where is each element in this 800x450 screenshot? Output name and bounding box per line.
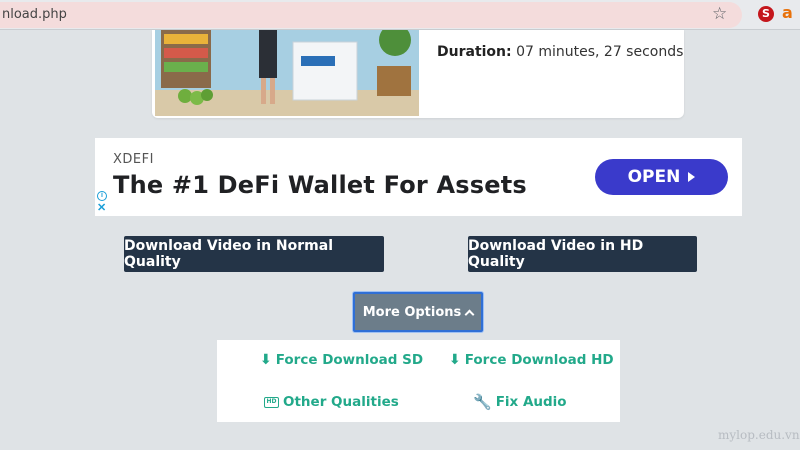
url-text[interactable]: nload.php (2, 7, 67, 22)
wrench-icon: 🔧 (473, 393, 492, 411)
chevron-up-icon (464, 309, 475, 319)
force-download-sd-label: Force Download SD (275, 352, 424, 368)
more-options-button[interactable]: More Options (353, 292, 483, 332)
duration-label: Duration: (437, 44, 512, 60)
force-download-hd-label: Force Download HD (464, 352, 614, 368)
extension-s-icon[interactable]: S (758, 6, 774, 22)
video-thumbnail (155, 30, 419, 116)
force-download-sd-link[interactable]: ⬇ Force Download SD (260, 352, 423, 368)
download-normal-quality-button[interactable]: Download Video in Normal Quality (124, 236, 384, 272)
address-bar[interactable]: nload.php ☆ (0, 2, 742, 28)
ad-headline[interactable]: The #1 DeFi Wallet For Assets (113, 171, 527, 199)
watermark: mylop.edu.vn (718, 428, 800, 442)
ad-banner[interactable]: XDEFI The #1 DeFi Wallet For Assets OPEN… (95, 138, 742, 216)
fix-audio-label: Fix Audio (495, 394, 567, 410)
other-qualities-label: Other Qualities (283, 394, 399, 410)
ad-close-icon[interactable]: ✕ (97, 202, 106, 214)
duration-value: 07 minutes, 27 seconds (516, 44, 684, 60)
play-arrow-icon (688, 172, 696, 182)
fix-audio-link[interactable]: 🔧 Fix Audio (473, 394, 567, 410)
ad-info-icon[interactable]: i (97, 191, 107, 201)
hd-icon: HD (264, 396, 279, 408)
download-hd-quality-button[interactable]: Download Video in HD Quality (468, 236, 697, 272)
browser-toolbar: nload.php ☆ S a (0, 0, 800, 30)
more-options-label: More Options (362, 304, 462, 320)
video-info-card: Duration: 07 minutes, 27 seconds (152, 30, 684, 118)
star-icon[interactable]: ☆ (712, 4, 727, 24)
ad-brand: XDEFI (113, 152, 154, 167)
video-duration: Duration: 07 minutes, 27 seconds (437, 44, 683, 60)
ad-open-label: OPEN (627, 167, 681, 187)
download-arrow-icon: ⬇ (449, 352, 461, 368)
force-download-hd-link[interactable]: ⬇ Force Download HD (449, 352, 614, 368)
other-qualities-link[interactable]: HD Other Qualities (264, 394, 399, 410)
ad-open-button[interactable]: OPEN (595, 159, 728, 195)
more-options-panel: ⬇ Force Download SD ⬇ Force Download HD … (217, 340, 620, 422)
extension-a-icon[interactable]: a (782, 3, 793, 22)
download-arrow-icon: ⬇ (260, 352, 272, 368)
